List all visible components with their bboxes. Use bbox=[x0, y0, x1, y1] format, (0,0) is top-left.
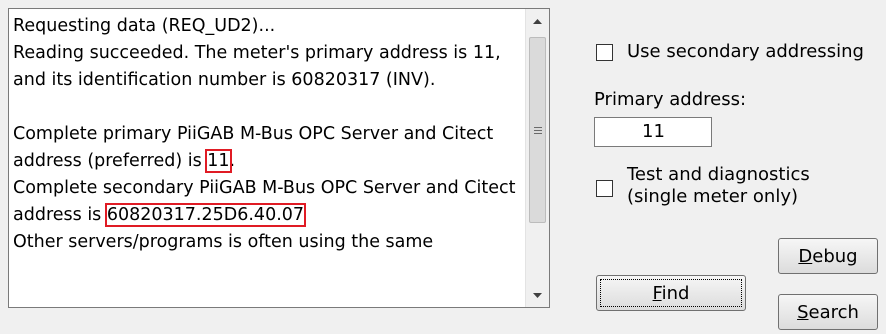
log-output-panel[interactable]: Requesting data (REQ_UD2)... Reading suc… bbox=[8, 8, 550, 308]
secondary-addressing-checkbox[interactable] bbox=[596, 44, 613, 61]
test-diagnostics-label-line1: Test and diagnostics bbox=[627, 164, 810, 185]
primary-address-label: Primary address: bbox=[594, 89, 747, 110]
secondary-addressing-label: Use secondary addressing bbox=[627, 41, 864, 62]
log-line-other: Other servers/programs is often using th… bbox=[13, 232, 434, 252]
find-button[interactable]: Find bbox=[596, 275, 746, 311]
secondary-address-highlight: 60820317.25D6.40.07 bbox=[104, 203, 307, 227]
log-blank-line bbox=[13, 94, 525, 121]
scroll-down-arrow-icon[interactable] bbox=[526, 283, 549, 307]
primary-address-input[interactable]: 11 bbox=[594, 117, 712, 147]
test-diagnostics-label-line2: (single meter only) bbox=[627, 186, 798, 207]
search-button[interactable]: Search bbox=[778, 294, 878, 330]
log-line-reading: Reading succeeded. The meter's primary a… bbox=[13, 43, 501, 90]
log-line-primary: Complete primary PiiGAB M-Bus OPC Server… bbox=[13, 121, 525, 175]
find-button-label: Find bbox=[652, 282, 690, 304]
log-primary-prefix: Complete primary PiiGAB M-Bus OPC Server… bbox=[13, 124, 494, 171]
debug-button[interactable]: Debug bbox=[778, 238, 878, 274]
primary-address-highlight: 11 bbox=[205, 149, 232, 173]
log-line-request: Requesting data (REQ_UD2)... bbox=[13, 16, 276, 36]
scroll-thumb[interactable] bbox=[529, 37, 546, 223]
grip-icon bbox=[533, 125, 542, 136]
test-diagnostics-checkbox[interactable] bbox=[596, 180, 613, 197]
debug-button-label: Debug bbox=[798, 245, 858, 267]
log-line-secondary: Complete secondary PiiGAB M-Bus OPC Serv… bbox=[13, 175, 525, 229]
log-primary-suffix: . bbox=[229, 151, 236, 171]
search-button-label: Search bbox=[797, 301, 859, 323]
log-text: Requesting data (REQ_UD2)... Reading suc… bbox=[13, 13, 525, 256]
log-scrollbar[interactable] bbox=[525, 9, 549, 307]
scroll-up-arrow-icon[interactable] bbox=[526, 9, 549, 33]
